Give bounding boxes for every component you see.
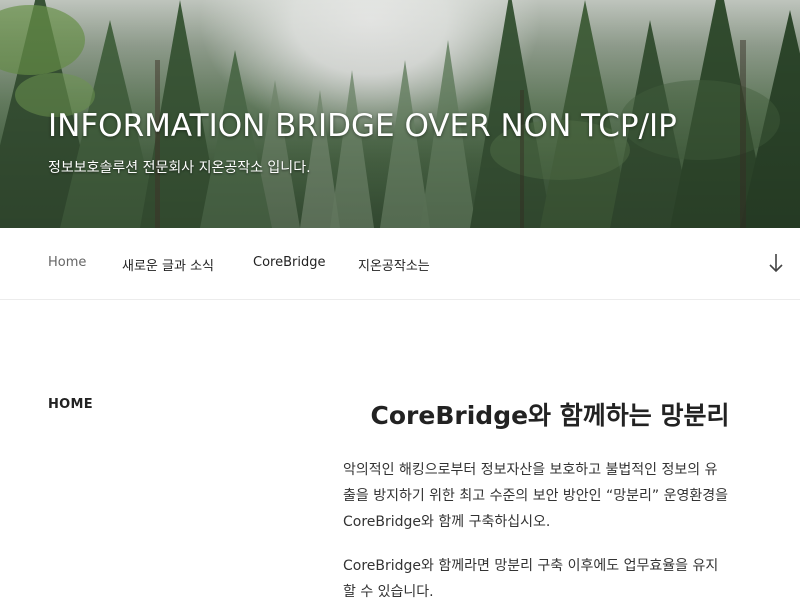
paragraph-line: CoreBridge와 함께 구축하십시오. (343, 514, 551, 530)
nav-item-corebridge[interactable]: CoreBridge (253, 255, 325, 270)
paragraph-line: 출을 방지하기 위한 최고 수준의 보안 방안인 “망분리” 운영환경을 (343, 488, 728, 504)
page-content: HOME CoreBridge와 함께하는 망분리 악의적인 해킹으로부터 정보… (0, 300, 800, 600)
arrow-down-icon[interactable] (766, 252, 786, 274)
site-title[interactable]: INFORMATION BRIDGE OVER NON TCP/IP (48, 108, 677, 144)
nav-item-about[interactable]: 지온공작소는 (358, 255, 430, 274)
intro-paragraph: 악의적인 해킹으로부터 정보자산을 보호하고 불법적인 정보의 유 출을 방지하… (343, 457, 763, 535)
page-label: HOME (48, 397, 93, 412)
entry-title: CoreBridge와 함께하는 망분리 (370, 401, 730, 430)
site-description: 정보보호솔루션 전문회사 지온공작소 입니다. (48, 160, 311, 176)
paragraph-line: 할 수 있습니다. (343, 584, 434, 600)
header-image: INFORMATION BRIDGE OVER NON TCP/IP 정보보호솔… (0, 0, 800, 228)
paragraph-line: CoreBridge와 함께라면 망분리 구축 이후에도 업무효율을 유지 (343, 558, 719, 574)
benefit-paragraph: CoreBridge와 함께라면 망분리 구축 이후에도 업무효율을 유지 할 … (343, 553, 763, 605)
nav-item-home[interactable]: Home (48, 255, 86, 270)
main-navigation: Home 새로운 글과 소식 CoreBridge 지온공작소는 (0, 228, 800, 300)
paragraph-line: 악의적인 해킹으로부터 정보자산을 보호하고 불법적인 정보의 유 (343, 462, 718, 478)
nav-item-news[interactable]: 새로운 글과 소식 (122, 255, 214, 274)
